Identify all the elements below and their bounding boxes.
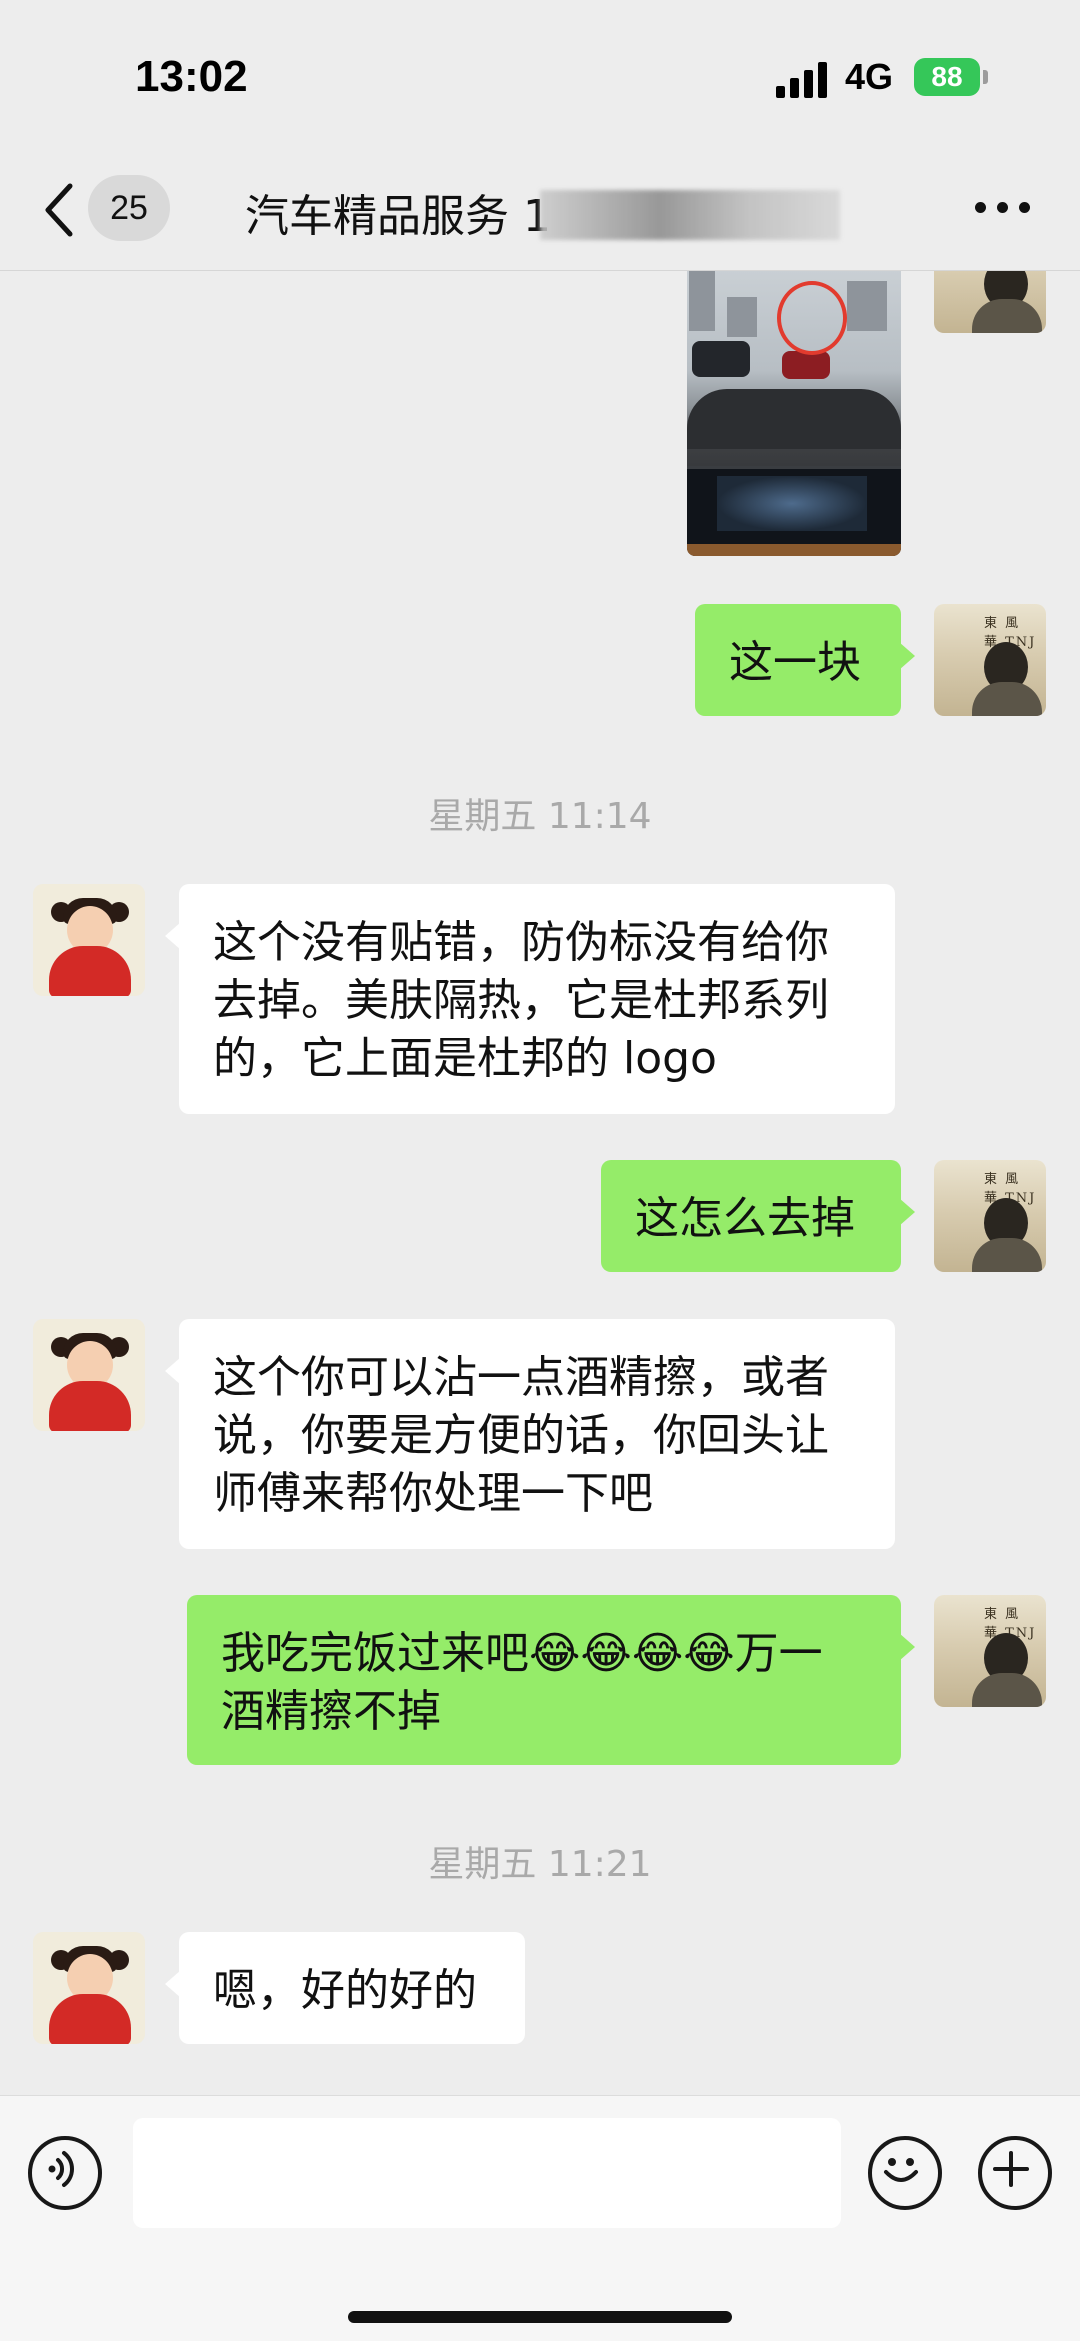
photo-dashboard [687, 389, 901, 449]
message-text: 嗯，好的好的 [213, 1965, 477, 2016]
message-bubble-incoming[interactable]: 嗯，好的好的 [165, 1932, 525, 2044]
photo-red-circle-annotation [777, 281, 847, 355]
timestamp: 星期五 11:14 [428, 796, 652, 837]
battery-icon: 88 [914, 58, 980, 96]
plus-icon [993, 2151, 1029, 2187]
timestamp: 星期五 11:21 [428, 1844, 652, 1885]
avatar[interactable] [33, 1319, 145, 1431]
message-text-line: 这个没有贴错，防伪标没有给你 [213, 917, 829, 968]
photo-car-red [782, 351, 830, 379]
message-text-line: 师傅来帮你处理一下吧 [213, 1468, 653, 1519]
voice-icon [48, 2151, 74, 2187]
plus-button[interactable] [978, 2136, 1052, 2210]
input-bar [0, 2095, 1080, 2341]
chat-title[interactable]: 汽车精品服务 1 [245, 180, 551, 244]
emoji-button[interactable] [868, 2136, 942, 2210]
message-text-line: 的，它上面是杜邦的 logo [213, 1033, 717, 1084]
image-message[interactable] [687, 271, 901, 556]
voice-button[interactable] [28, 2136, 102, 2210]
photo-car [692, 341, 750, 377]
message-bubble-incoming[interactable]: 这个没有贴错，防伪标没有给你 去掉。美肤隔热，它是杜邦系列 的，它上面是杜邦的 … [165, 884, 895, 1114]
message-text-line: 去掉。美肤隔热，它是杜邦系列 [213, 975, 829, 1026]
message-bubble-outgoing[interactable]: 我吃完饭过来吧😂😂😂😂万一 酒精擦不掉 [187, 1595, 915, 1765]
message-list[interactable]: 这一块 東 風華 TNJ 星期五 11:14 这个没有贴错，防伪标没有给你 去掉… [0, 271, 1080, 2095]
chat-screen: 13:02 4G 88 25 汽车精品服务 1 这一块 東 風 華 TNJ 星期… [0, 0, 1080, 2341]
message-text-line: 说，你要是方便的话，你回头让 [213, 1410, 829, 1461]
avatar[interactable]: 東 風華 TNJ [934, 1595, 1046, 1707]
emoji-icon [884, 2158, 918, 2182]
network-type: 4G [845, 56, 894, 97]
unread-count-badge[interactable]: 25 [88, 175, 170, 241]
status-time: 13:02 [135, 52, 248, 101]
nav-bar: 25 汽车精品服务 1 [0, 150, 1080, 271]
avatar[interactable]: 東 風華 TNJ [934, 604, 1046, 716]
message-bubble-outgoing[interactable]: 这怎么去掉 [601, 1160, 915, 1272]
message-input[interactable] [133, 2118, 841, 2228]
redacted-phone-number [540, 190, 840, 240]
message-text-line: 我吃完饭过来吧😂😂😂😂万一 [221, 1628, 823, 1679]
battery-tip [983, 70, 988, 84]
status-bar: 13:02 4G 88 [0, 0, 1080, 150]
message-bubble-incoming[interactable]: 这个你可以沾一点酒精擦，或者 说，你要是方便的话，你回头让 师傅来帮你处理一下吧 [165, 1319, 895, 1549]
avatar[interactable] [33, 884, 145, 996]
home-indicator[interactable] [348, 2311, 732, 2323]
message-text-line: 酒精擦不掉 [221, 1686, 441, 1737]
message-text: 这怎么去掉 [635, 1193, 855, 1244]
back-button[interactable] [40, 180, 80, 240]
message-text: 这一块 [729, 637, 861, 688]
avatar[interactable] [33, 1932, 145, 2044]
signal-strength-icon [776, 60, 830, 98]
avatar[interactable]: 東 風華 TNJ [934, 1160, 1046, 1272]
more-button[interactable] [975, 202, 1035, 218]
more-dots-icon [975, 202, 986, 213]
message-text-line: 这个你可以沾一点酒精擦，或者 [213, 1352, 829, 1403]
message-bubble-outgoing[interactable]: 这一块 [695, 604, 915, 716]
avatar[interactable] [934, 271, 1046, 333]
chevron-left-icon [45, 183, 73, 237]
battery-level: 88 [931, 61, 963, 92]
